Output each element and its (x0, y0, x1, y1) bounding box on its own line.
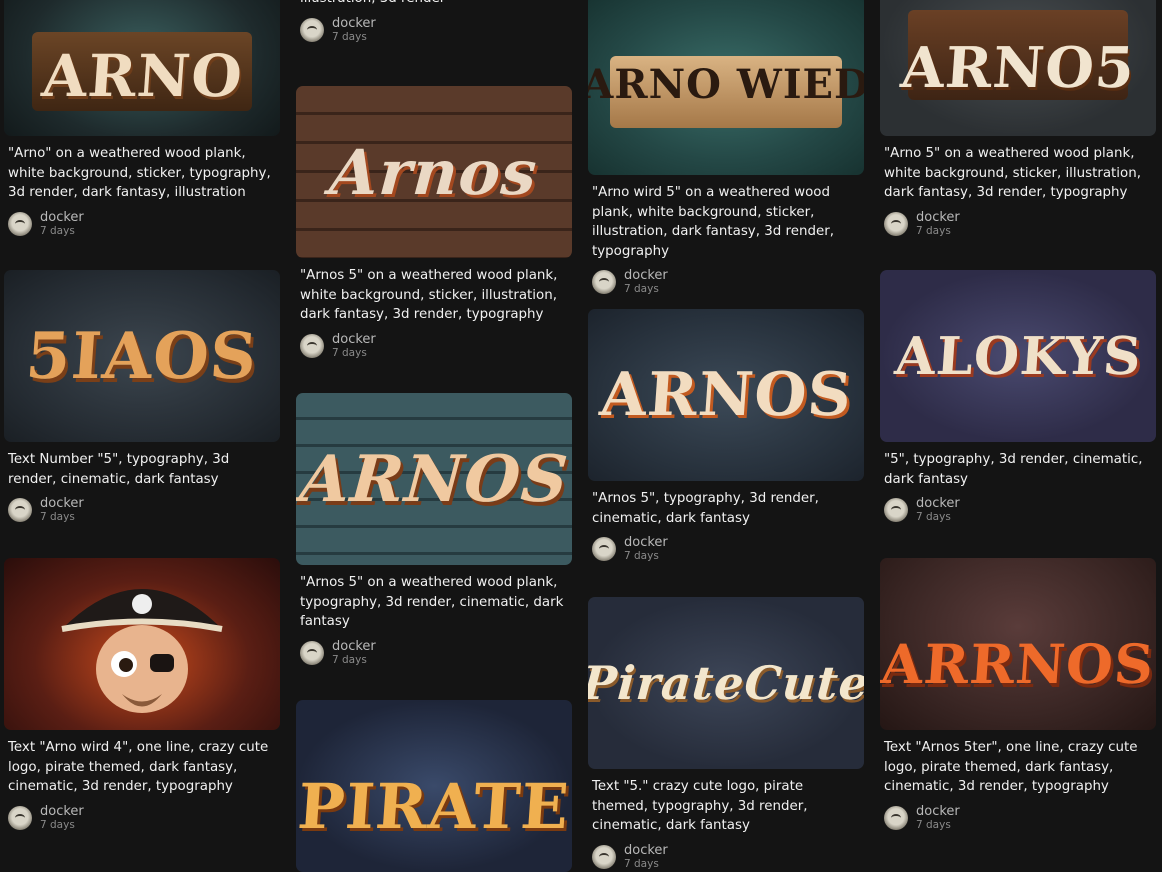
gallery-card[interactable]: illustration, 3d render docker7 days (296, 0, 572, 45)
gallery-card[interactable]: ALOKYS "5", typography, 3d render, cinem… (880, 270, 1156, 525)
card-caption: "Arnos 5" on a weathered wood plank, whi… (300, 268, 558, 322)
card-image[interactable] (4, 558, 280, 730)
avatar[interactable] (592, 844, 616, 869)
username[interactable]: docker (40, 210, 84, 225)
username[interactable]: docker (624, 843, 668, 858)
card-art-text: 5IAOS (23, 318, 261, 394)
card-art-text: ALOKYS (892, 325, 1144, 387)
timestamp: 7 days (40, 224, 75, 237)
timestamp: 7 days (332, 346, 367, 359)
card-author[interactable]: docker 7 days (8, 495, 280, 525)
username[interactable]: docker (624, 535, 668, 550)
card-caption: Text "Arno wird 4", one line, crazy cute… (8, 740, 269, 794)
card-author[interactable]: docker 7 days (592, 534, 864, 564)
gallery-card[interactable]: Arnos "Arnos 5" on a weathered wood plan… (296, 86, 572, 361)
card-author[interactable]: docker 7 days (884, 209, 1156, 239)
gallery-card[interactable]: ARNO "Arno" on a weathered wood plank, w… (4, 0, 280, 239)
card-author[interactable]: docker 7 days (884, 803, 1156, 833)
avatar[interactable] (8, 805, 32, 830)
card-caption: "5", typography, 3d render, cinematic, d… (884, 452, 1143, 487)
gallery-card[interactable]: ARNOS "Arnos 5", typography, 3d render, … (588, 309, 864, 564)
username[interactable]: docker (624, 268, 668, 283)
username[interactable]: docker (332, 332, 376, 347)
username[interactable]: docker (916, 804, 960, 819)
gallery-card[interactable]: ARRNOS Text "Arnos 5ter", one line, craz… (880, 558, 1156, 833)
timestamp: 7 days (40, 818, 75, 831)
card-caption: "Arno" on a weathered wood plank, white … (8, 146, 271, 200)
card-caption: Text Number "5", typography, 3d render, … (8, 452, 230, 487)
timestamp: 7 days (624, 550, 659, 562)
card-author[interactable]: docker 7 days (300, 638, 572, 668)
card-art-text: PirateCute (588, 656, 864, 710)
username[interactable]: docker (332, 639, 376, 654)
gallery-card[interactable]: ARNOS "Arnos 5" on a weathered wood plan… (296, 393, 572, 668)
card-art-text: ARRNOS (880, 632, 1156, 696)
avatar[interactable] (884, 805, 908, 830)
card-caption: "Arnos 5" on a weathered wood plank, typ… (300, 575, 564, 629)
avatar[interactable] (592, 270, 616, 294)
gallery-card[interactable]: Text "Arno wird 4", one line, crazy cute… (4, 558, 280, 833)
username[interactable]: docker (40, 496, 84, 511)
timestamp: 7 days (916, 224, 951, 237)
gallery-card[interactable]: ARNO5 "Arno 5" on a weathered wood plank… (880, 0, 1156, 239)
card-image[interactable]: ARNO5 (880, 0, 1156, 136)
pirate-character-illustration (61, 589, 223, 713)
card-image[interactable]: ARNO (4, 0, 280, 136)
card-image[interactable]: ARNOS (588, 309, 864, 481)
card-image[interactable]: PIRATE (296, 700, 572, 872)
username[interactable]: docker (332, 16, 376, 31)
card-art-text: ARNOS (597, 360, 855, 430)
card-author[interactable]: docker 7 days (8, 209, 280, 239)
card-author[interactable]: docker 7 days (8, 803, 280, 833)
timestamp: 7 days (332, 653, 367, 666)
timestamp: 7 days (624, 857, 659, 870)
gallery-card[interactable]: PIRATE (296, 700, 572, 872)
card-image[interactable]: ARRNOS (880, 558, 1156, 730)
timestamp: 7 days (40, 511, 75, 523)
timestamp: 7 days (916, 818, 951, 831)
timestamp: 7 days (332, 30, 367, 43)
card-art-text: ARNOS (297, 441, 571, 517)
username[interactable]: docker (40, 804, 84, 819)
avatar[interactable] (8, 211, 32, 236)
card-art-text: ARNO5 (898, 35, 1138, 101)
username[interactable]: docker (916, 496, 960, 511)
avatar[interactable] (592, 537, 616, 561)
card-art-text: Arnos (327, 135, 541, 209)
card-caption: "Arno 5" on a weathered wood plank, whit… (884, 146, 1141, 200)
gallery-card[interactable]: 5IAOS Text Number "5", typography, 3d re… (4, 270, 280, 525)
username[interactable]: docker (916, 210, 960, 225)
card-image[interactable]: ARNO WIED (588, 0, 864, 175)
card-caption: Text "Arnos 5ter", one line, crazy cute … (884, 740, 1138, 794)
avatar[interactable] (884, 211, 908, 236)
card-author[interactable]: docker 7 days (300, 15, 572, 45)
gallery-card[interactable]: ARNO WIED "Arno wird 5" on a weathered w… (588, 0, 864, 297)
card-caption: illustration, 3d render (300, 0, 568, 9)
card-art-text: ARNO (39, 42, 245, 110)
card-author[interactable]: docker 7 days (884, 495, 1156, 525)
card-image[interactable]: 5IAOS (4, 270, 280, 442)
avatar[interactable] (884, 498, 908, 522)
avatar[interactable] (300, 17, 324, 42)
card-art-text: PIRATE (296, 769, 572, 843)
card-image[interactable]: ALOKYS (880, 270, 1156, 442)
card-author[interactable]: docker 7 days (592, 842, 864, 872)
card-caption: "Arno wird 5" on a weathered wood plank,… (592, 185, 834, 259)
avatar[interactable] (8, 498, 32, 522)
timestamp: 7 days (624, 283, 659, 295)
card-author[interactable]: docker 7 days (592, 267, 864, 297)
timestamp: 7 days (916, 511, 951, 523)
card-art-text: ARNO WIED (588, 61, 864, 108)
card-image[interactable]: PirateCute (588, 597, 864, 769)
avatar[interactable] (300, 333, 324, 358)
card-caption: "Arnos 5", typography, 3d render, cinema… (592, 491, 819, 526)
card-image[interactable]: ARNOS (296, 393, 572, 565)
card-image[interactable]: Arnos (296, 86, 572, 258)
card-author[interactable]: docker 7 days (300, 331, 572, 361)
avatar[interactable] (300, 640, 324, 665)
gallery-card[interactable]: PirateCute Text "5." crazy cute logo, pi… (588, 597, 864, 872)
